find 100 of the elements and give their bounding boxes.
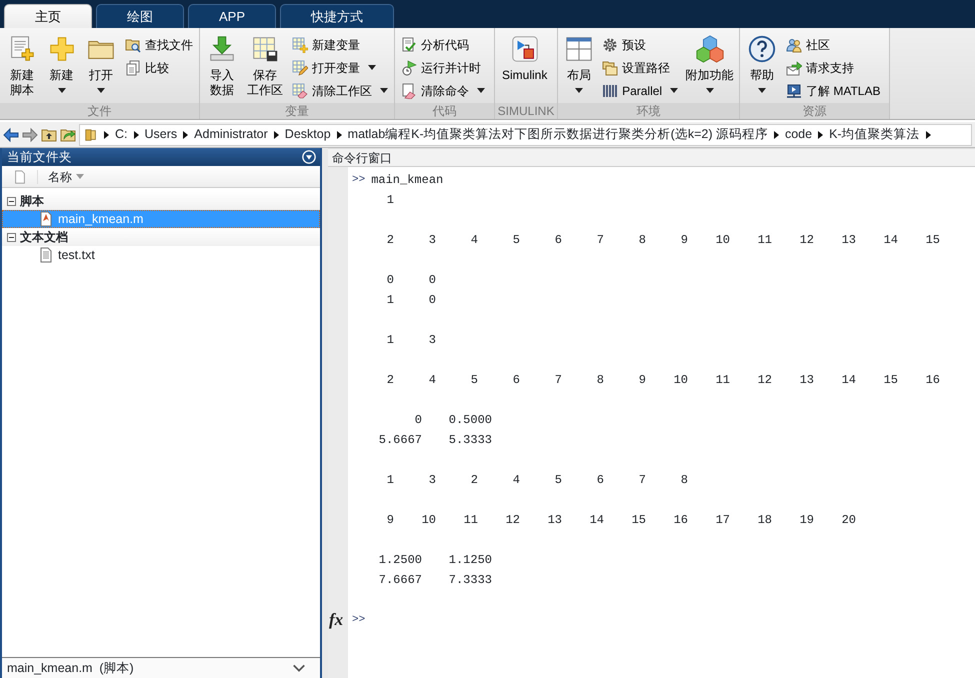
breadcrumb-arrow-icon[interactable] <box>926 130 931 138</box>
output-value: 10 <box>422 513 436 527</box>
grid-plus-icon <box>292 36 308 52</box>
ribbon-button[interactable]: 附加功能 <box>684 32 735 95</box>
output-value: 13 <box>548 513 562 527</box>
output-value: 14 <box>590 513 604 527</box>
output-value: 0.5000 <box>448 413 492 427</box>
prompt: >> <box>352 172 366 188</box>
output-value: 10 <box>674 373 688 387</box>
output-value: 2 <box>470 473 478 487</box>
ribbon-button[interactable]: 运行并计时 <box>399 57 487 78</box>
breadcrumb-item[interactable]: Administrator <box>194 125 268 144</box>
section-label: 资源 <box>740 103 889 119</box>
ribbon-button[interactable]: 设置路径 <box>600 57 680 78</box>
column-header[interactable]: 名称 <box>48 168 72 186</box>
ribbon-button[interactable]: 社区 <box>784 34 882 55</box>
help-icon <box>747 34 777 64</box>
up-folder-icon[interactable] <box>41 126 57 142</box>
gear-icon <box>602 36 618 52</box>
output-value: 16 <box>674 513 688 527</box>
status-text: main_kmean.m (脚本) <box>7 660 134 677</box>
breadcrumb-item[interactable]: Desktop <box>284 125 331 144</box>
breadcrumb-item[interactable]: matlab编程K-均值聚类算法对下图所示数据进行聚类分析(选k=2) 源码程序 <box>348 125 768 144</box>
output-value: 5.6667 <box>378 433 422 447</box>
output-value: 6 <box>512 373 520 387</box>
output-value: 0 <box>414 413 422 427</box>
ribbon-button[interactable]: 查找文件 <box>123 34 196 55</box>
breadcrumb-item[interactable]: K-均值聚类算法 <box>829 125 920 144</box>
output-value: 2 <box>386 233 394 247</box>
output-value: 5 <box>554 473 562 487</box>
ribbon-button[interactable]: 清除命令 <box>399 80 487 101</box>
ribbon-button[interactable]: 分析代码 <box>399 34 487 55</box>
forward-arrow-icon[interactable] <box>22 126 38 142</box>
ribbon-button[interactable]: 打开变量 <box>290 57 390 78</box>
people-icon <box>786 36 802 52</box>
section-label: SIMULINK <box>495 103 557 119</box>
ribbon-button[interactable]: 比较 <box>123 57 196 78</box>
output-value: 8 <box>680 473 688 487</box>
function-button[interactable]: fx <box>329 607 349 633</box>
ribbon-button[interactable]: 保存 工作区 <box>244 32 286 100</box>
output-value: 16 <box>926 373 940 387</box>
ribbon-button[interactable]: Parallel <box>600 80 680 101</box>
output-value: 5.3333 <box>448 433 492 447</box>
text-file-icon <box>38 247 54 263</box>
ribbon-button[interactable]: 布局 <box>562 32 596 95</box>
breadcrumb-arrow-icon[interactable] <box>134 130 138 138</box>
output-value: 1.2500 <box>378 553 422 567</box>
ribbon-button[interactable]: 新建 脚本 <box>4 32 40 100</box>
panel-title: 命令行窗口 <box>332 150 392 166</box>
breadcrumb-arrow-icon[interactable] <box>336 130 342 138</box>
breadcrumb-arrow-icon[interactable] <box>104 130 109 138</box>
output-value: 1.1250 <box>448 553 492 567</box>
breadcrumb-arrow-icon[interactable] <box>274 130 279 138</box>
tab[interactable]: 快捷方式 <box>280 4 394 28</box>
output-value: 7.6667 <box>378 573 422 587</box>
output-value: 9 <box>680 233 688 247</box>
output-value: 9 <box>386 513 394 527</box>
documents-icon <box>125 60 142 76</box>
output-value: 1 <box>386 473 394 487</box>
file-row[interactable]: test.txt <box>2 246 320 264</box>
ribbon-button[interactable]: 请求支持 <box>784 57 882 78</box>
collapse-icon[interactable] <box>7 232 16 242</box>
tab[interactable]: 主页 <box>4 4 92 28</box>
output-value: 4 <box>470 233 478 247</box>
tab[interactable]: 绘图 <box>96 4 184 28</box>
browse-folder-icon[interactable] <box>60 126 76 142</box>
tab[interactable]: APP <box>188 4 276 28</box>
output-value: 14 <box>842 373 856 387</box>
ribbon-button[interactable]: 打开 <box>83 32 120 95</box>
breadcrumb-item[interactable]: code <box>784 125 812 144</box>
breadcrumb-arrow-icon[interactable] <box>183 130 188 138</box>
breadcrumb-item[interactable]: Users <box>144 125 178 144</box>
ribbon-button[interactable]: 新建变量 <box>290 34 390 55</box>
ribbon-button[interactable]: Simulink <box>499 32 550 85</box>
panel-title: 当前文件夹 <box>7 148 72 166</box>
output-value: 20 <box>842 513 856 527</box>
ribbon-button[interactable]: 导入 数据 <box>204 32 240 100</box>
output-value: 7 <box>554 373 562 387</box>
ribbon-button[interactable]: 了解 MATLAB <box>784 80 882 101</box>
section-label: 变量 <box>200 103 394 119</box>
collapse-icon[interactable] <box>7 196 16 206</box>
output-value: 3 <box>428 473 436 487</box>
grid-eraser-icon <box>292 82 308 98</box>
section-label: 代码 <box>395 103 494 119</box>
breadcrumb-arrow-icon[interactable] <box>818 130 824 138</box>
dropdown-circle-icon[interactable] <box>302 150 316 164</box>
breadcrumb-item[interactable]: C: <box>115 125 128 144</box>
grid-pencil-icon <box>292 60 308 76</box>
output-value: 15 <box>926 233 940 247</box>
ribbon-button[interactable]: 预设 <box>600 34 680 55</box>
group-label: 脚本 <box>20 193 44 210</box>
folders-icon <box>602 60 618 76</box>
document-eraser-icon <box>401 82 417 98</box>
ribbon-button[interactable]: 清除工作区 <box>290 80 390 101</box>
ribbon-button[interactable]: 帮助 <box>744 32 780 95</box>
folder-icon <box>84 128 98 142</box>
output-value: 12 <box>800 233 814 247</box>
breadcrumb-arrow-icon[interactable] <box>774 130 779 138</box>
back-arrow-icon[interactable] <box>3 126 19 142</box>
ribbon-button[interactable]: 新建 <box>44 32 80 95</box>
